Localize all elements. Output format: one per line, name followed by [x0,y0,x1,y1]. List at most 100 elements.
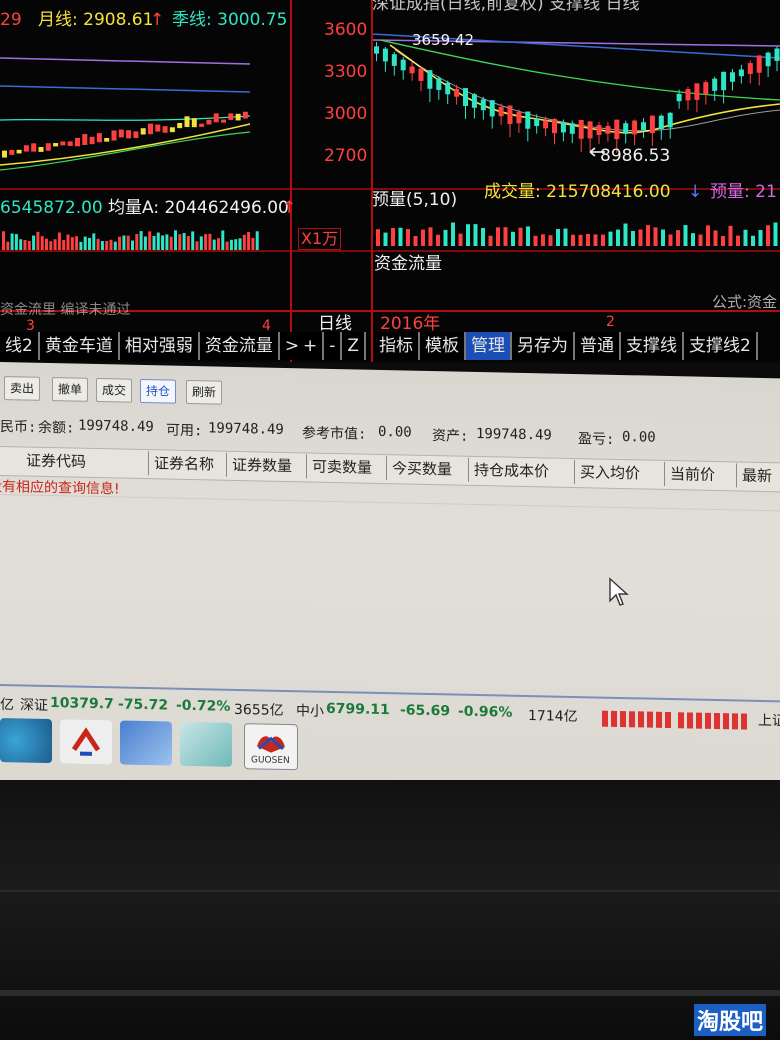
index-value: 6799.11 [326,700,390,719]
volume-header: 成交量: 215708416.00 [484,182,671,202]
candlestick [16,149,22,154]
y-tick: 3600 [324,20,368,40]
volume-bar [36,231,40,250]
volume-bar [238,238,242,250]
tab-tool[interactable]: 指标 [374,332,420,360]
volume-bar [638,229,643,246]
volume-bar [578,234,583,246]
volume-bar [593,234,598,246]
tab-indicator[interactable]: 相对强弱 [120,332,200,360]
home-app-icon[interactable] [60,719,112,765]
candlestick [82,134,88,145]
volume-bar [488,235,493,246]
volume-bar [706,225,710,246]
tab-tool[interactable]: 模板 [420,332,466,360]
column-header[interactable]: 当前价 [666,461,737,488]
volume-bar [247,232,251,250]
candlestick [409,66,415,74]
column-header[interactable]: 证券代码 [22,448,149,476]
volume-bar [443,229,448,246]
column-header[interactable]: 持仓成本价 [470,457,575,485]
candlestick [148,123,153,135]
volume-bar [2,231,5,250]
refresh-button[interactable]: 刷新 [186,379,223,405]
candlestick [418,68,424,81]
volume-bar [118,236,122,250]
volume-bar [156,232,160,250]
candlestick [516,111,522,124]
volume-bar [169,236,173,250]
candlestick [632,120,638,135]
column-header[interactable]: 证券名称 [150,451,227,477]
browser-app-icon[interactable] [0,718,52,764]
candlestick [9,149,15,155]
volume-bar [109,239,113,250]
tab-tool[interactable]: 另存为 [512,332,575,360]
tab-tool[interactable]: 支撑线2 [684,332,758,360]
row-divider [0,494,780,512]
candlestick [38,146,44,152]
volume-bar [676,230,680,246]
index-percent: -0.96% [458,703,513,721]
volume-bar [14,234,18,250]
up-arrow-icon: ↑ [150,10,165,30]
guosen-app-icon[interactable]: GUOSEN [244,723,298,771]
monitor-bezel: 淘股吧 [0,780,780,1040]
candlestick [605,125,611,134]
volume-bar [88,237,91,250]
volume-bar [436,234,440,246]
y-tick: 3300 [324,62,368,82]
candlestick [75,137,80,147]
index-label: 深证 [20,697,48,715]
volume-bar [728,225,733,246]
volume-bar [126,235,130,250]
volume-bar [6,241,10,250]
volume-bar [139,231,143,250]
zoom-out-button[interactable]: - [324,332,343,360]
tab-indicator[interactable]: 资金流量 [200,332,280,360]
formula-status: 资金流里 编译未通过 [0,302,131,318]
column-header[interactable]: 证券数量 [228,452,307,479]
deals-button[interactable]: 成交 [96,378,133,403]
positions-button[interactable]: 持仓 [140,378,177,404]
volume-label: 均量A: 204462496.00 [108,198,289,218]
volume-bar [32,235,36,250]
ma-label: 29 [0,10,22,30]
volume-bar [631,230,635,246]
candlestick [454,88,460,97]
tab-indicator[interactable]: 线2 [0,332,40,360]
sell-button[interactable]: 卖出 [4,376,41,401]
zoom-reset-button[interactable]: Z [342,332,367,360]
tab-indicator[interactable]: 黄金车道 [40,332,120,360]
volume-bar [601,234,605,246]
column-header[interactable]: 可卖数量 [308,454,387,481]
volume-bar [623,223,628,246]
folder-app-icon[interactable] [180,721,232,767]
index-amount: 1714亿 [528,708,578,726]
column-header[interactable]: 买入均价 [576,460,665,486]
candlestick [578,119,584,139]
chat-app-icon[interactable] [120,720,172,766]
cancel-order-button[interactable]: 撤单 [52,377,89,402]
zoom-in-button[interactable]: + [298,332,325,360]
chart-area: 29 月线: 2908.61 ↑ 季线: 3000.75 6545872.00 … [0,0,780,362]
tab-tool[interactable]: 普通 [575,332,621,360]
column-header[interactable]: 最新 [738,463,780,488]
tab-tool[interactable]: 支撑线 [621,332,684,360]
candlestick [162,126,168,133]
volume-bar [148,231,152,250]
divider [0,250,780,252]
candlestick [191,118,197,128]
up-arrow-icon: ↑ [282,198,297,218]
volume-label: 6545872.00 [0,198,103,218]
volume-bar [713,230,718,246]
period-label[interactable]: 日线 [318,314,352,334]
volume-bar [766,225,770,246]
candlestick [543,120,549,129]
tab-tool[interactable]: 管理 [466,332,512,360]
column-header[interactable]: 今买数量 [388,456,469,482]
candlestick [213,113,219,123]
candlestick [45,143,51,151]
volume-bar [255,231,259,250]
candlestick [235,113,241,121]
